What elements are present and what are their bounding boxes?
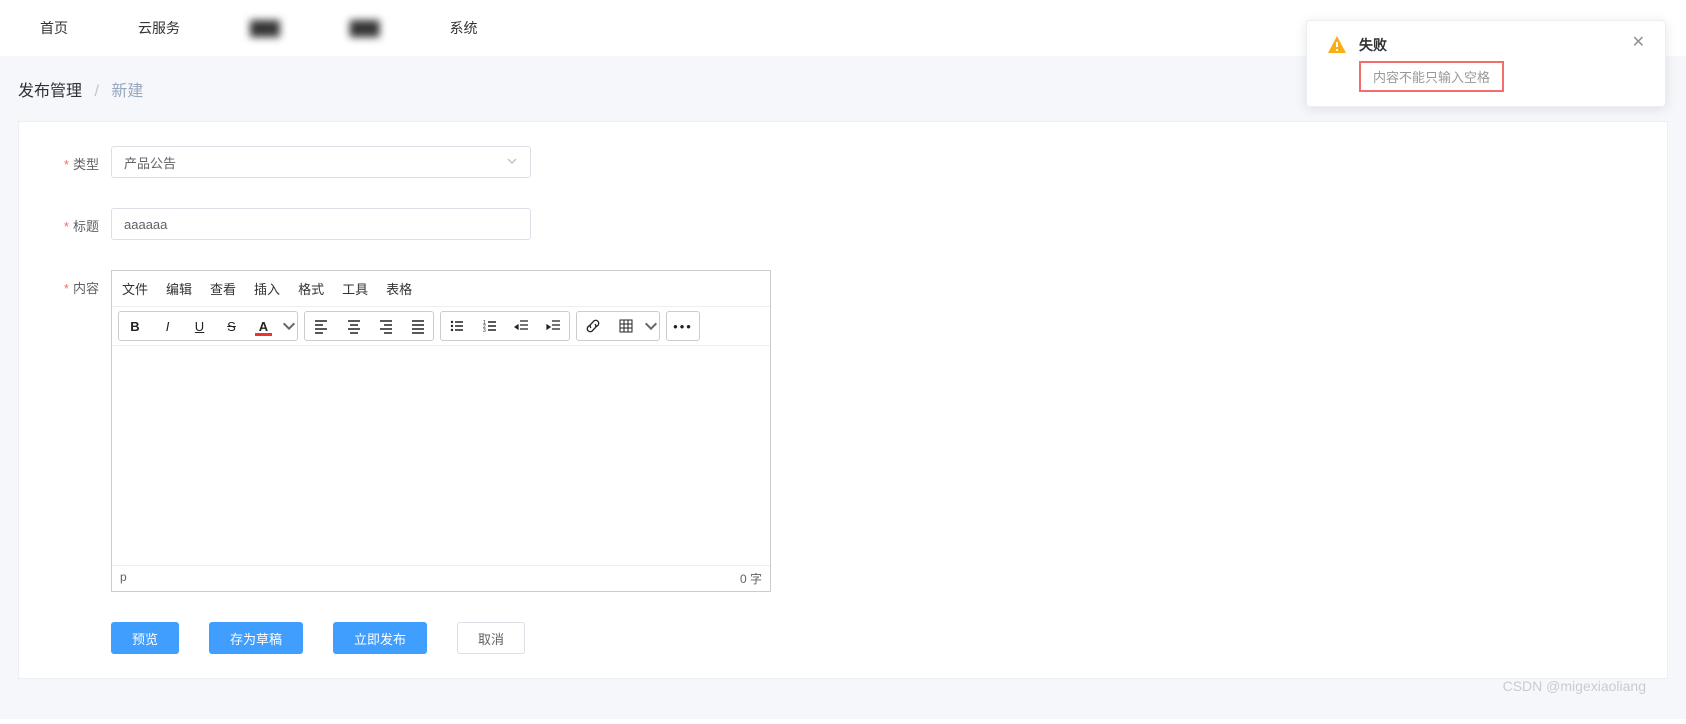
label-content: *内容 [43,270,99,297]
preview-button[interactable]: 预览 [111,622,179,654]
editor-body[interactable] [112,345,770,565]
bold-icon[interactable]: B [119,312,151,340]
nav-item-system[interactable]: 系统 [450,18,478,38]
underline-icon[interactable]: U [183,312,215,340]
breadcrumb-main[interactable]: 发布管理 [18,83,82,100]
more-icon[interactable]: ••• [667,312,699,340]
cancel-button[interactable]: 取消 [457,622,525,654]
align-right-icon[interactable] [369,312,401,340]
text-color-dropdown-icon[interactable] [279,312,297,340]
label-title: *标题 [43,208,99,235]
publish-button[interactable]: 立即发布 [333,622,427,654]
text-color-icon[interactable]: A [247,312,279,340]
outdent-icon[interactable] [505,312,537,340]
italic-icon[interactable]: I [151,312,183,340]
nav-item-redacted-1[interactable]: ███ [250,20,280,36]
bullet-list-icon[interactable] [441,312,473,340]
indent-icon[interactable] [537,312,569,340]
strikethrough-icon[interactable]: S [215,312,247,340]
menu-tools[interactable]: 工具 [342,279,368,298]
error-toast: 失败 内容不能只输入空格 ✕ [1306,20,1666,107]
nav-item-cloud[interactable]: 云服务 [138,18,180,38]
menu-insert[interactable]: 插入 [254,279,280,298]
form-actions: 预览 存为草稿 立即发布 取消 [43,622,1643,654]
type-select[interactable]: 产品公告 [111,146,531,178]
menu-file[interactable]: 文件 [122,279,148,298]
table-dropdown-icon[interactable] [641,312,659,340]
table-icon[interactable] [609,312,641,340]
editor-toolbar: B I U S A [112,306,770,345]
align-justify-icon[interactable] [401,312,433,340]
close-icon[interactable]: ✕ [1632,35,1645,92]
ordered-list-icon[interactable]: 123 [473,312,505,340]
editor-word-count: 0 字 [740,570,762,587]
breadcrumb-sub: 新建 [111,83,143,100]
align-center-icon[interactable] [337,312,369,340]
rich-text-editor: 文件 编辑 查看 插入 格式 工具 表格 B I U S A [111,270,771,592]
toast-title: 失败 [1359,35,1620,55]
menu-view[interactable]: 查看 [210,279,236,298]
title-input[interactable] [111,208,531,240]
menu-table[interactable]: 表格 [386,279,412,298]
editor-menubar: 文件 编辑 查看 插入 格式 工具 表格 [112,271,770,306]
type-select-value: 产品公告 [124,153,176,172]
chevron-down-icon [506,155,518,170]
form-card: *类型 产品公告 *标题 *内容 [18,121,1668,679]
link-icon[interactable] [577,312,609,340]
save-draft-button[interactable]: 存为草稿 [209,622,303,654]
nav-item-redacted-2[interactable]: ███ [350,20,380,36]
breadcrumb-separator: / [94,83,98,100]
menu-format[interactable]: 格式 [298,279,324,298]
svg-text:3: 3 [483,328,486,334]
editor-status-path: p [120,570,127,587]
menu-edit[interactable]: 编辑 [166,279,192,298]
align-left-icon[interactable] [305,312,337,340]
label-type: *类型 [43,146,99,173]
toast-message: 内容不能只输入空格 [1359,61,1504,92]
nav-item-home[interactable]: 首页 [40,18,68,38]
warning-icon [1327,35,1347,55]
